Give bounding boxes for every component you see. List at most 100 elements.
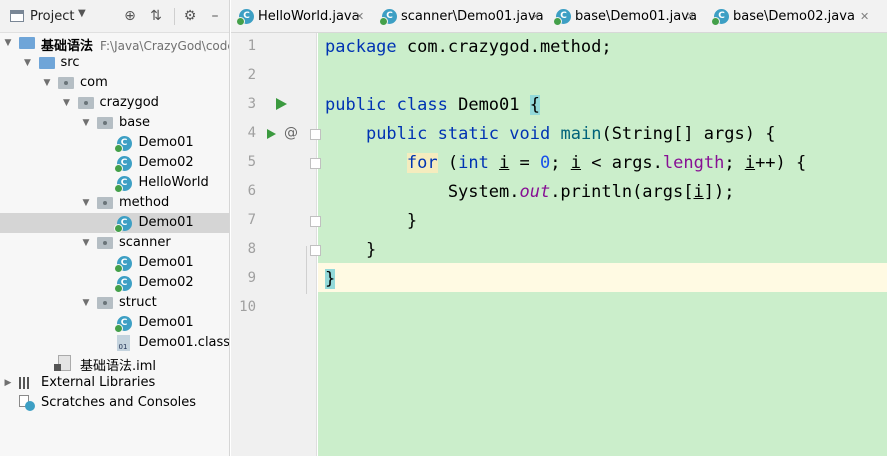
- collapsed-arrow-icon[interactable]: ▶: [3, 376, 13, 390]
- tree-node[interactable]: ▼ src: [0, 53, 229, 73]
- tree-node[interactable]: ▼ base: [0, 113, 229, 133]
- target-icon[interactable]: ⊕: [121, 7, 139, 25]
- run-main-icon[interactable]: [267, 129, 276, 139]
- tree-node-name: Demo01: [138, 135, 194, 150]
- code-line: }: [325, 269, 336, 289]
- tree-node[interactable]: 基础语法.iml: [0, 353, 229, 374]
- gear-icon[interactable]: ⚙: [181, 7, 199, 25]
- tree-node[interactable]: Scratches and Consoles: [0, 393, 229, 413]
- expand-arrow-icon[interactable]: ▼: [23, 56, 33, 70]
- minimize-icon[interactable]: –: [206, 7, 224, 25]
- libraries-icon: [19, 377, 34, 389]
- source-folder-icon: [38, 57, 55, 69]
- tree-node-label: Scratches and Consoles: [41, 395, 196, 410]
- tree-node-name: scanner: [119, 235, 171, 250]
- chevron-down-icon[interactable]: ▼: [78, 8, 86, 19]
- java-class-icon: C: [553, 9, 571, 26]
- tree-node-name: Demo02: [138, 155, 194, 170]
- line-number: 1: [247, 38, 256, 54]
- package-icon: [97, 197, 113, 209]
- project-icon: [10, 10, 24, 22]
- tree-node-name: 基础语法: [41, 39, 94, 54]
- line-number: 9: [247, 270, 256, 286]
- package-icon: [97, 237, 113, 249]
- tree-node-name: struct: [119, 295, 157, 310]
- scratches-icon: [19, 395, 35, 411]
- tree-node-label: 基础语法 F:\Java\CrazyGod\code: [41, 35, 229, 54]
- package-icon: [97, 117, 113, 129]
- tree-node[interactable]: ▼ com: [0, 73, 229, 93]
- tree-node-name: com: [80, 75, 108, 90]
- fold-guide: [306, 246, 307, 294]
- tree-node-label: scanner: [119, 235, 171, 250]
- line-number: 3: [247, 96, 256, 112]
- line-number: 5: [247, 154, 256, 170]
- expand-arrow-icon[interactable]: ▼: [81, 196, 91, 210]
- tree-node-name: Demo01.class: [138, 335, 230, 350]
- tree-node[interactable]: 01 Demo01.class: [0, 333, 229, 353]
- iml-file-icon: [54, 355, 71, 371]
- tree-node-name: Demo01: [138, 215, 194, 230]
- expand-arrow-icon[interactable]: ▼: [3, 36, 13, 50]
- class-file-icon: 01: [116, 335, 130, 351]
- line-number: 10: [239, 299, 256, 315]
- tree-node-name: 基础语法.iml: [80, 359, 157, 374]
- fold-marker-icon[interactable]: [310, 245, 321, 256]
- tree-node[interactable]: C Demo01: [0, 253, 229, 273]
- expand-arrow-icon[interactable]: ▼: [81, 116, 91, 130]
- tree-node-label: Demo02: [139, 275, 194, 290]
- java-class-icon: C: [113, 316, 132, 333]
- implements-icon[interactable]: @: [284, 125, 298, 141]
- tree-node-label: struct: [119, 295, 157, 310]
- expand-arrow-icon[interactable]: ▼: [42, 76, 52, 90]
- run-class-icon[interactable]: [276, 98, 287, 110]
- tree-node[interactable]: ▼ crazygod: [0, 93, 229, 113]
- tree-node[interactable]: C Demo01: [0, 133, 229, 153]
- fold-marker-icon[interactable]: [310, 216, 321, 227]
- line-number: 8: [247, 241, 256, 257]
- java-class-icon: C: [113, 136, 132, 153]
- tree-node-name: base: [119, 115, 150, 130]
- tree-node-label: Demo01: [139, 135, 194, 150]
- tree-node-label: crazygod: [100, 95, 159, 110]
- tree-node[interactable]: C Demo02: [0, 153, 229, 173]
- tab-label: base\Demo02.java: [733, 9, 855, 24]
- tree-node[interactable]: C Demo01: [0, 313, 229, 333]
- tree-node-label: 基础语法.iml: [80, 355, 156, 374]
- tree-node[interactable]: ▶ External Libraries: [0, 373, 229, 393]
- line-number: 2: [247, 67, 256, 83]
- expand-arrow-icon[interactable]: ▼: [81, 296, 91, 310]
- tree-node-label: External Libraries: [41, 375, 155, 390]
- project-view-selector[interactable]: Project: [30, 9, 74, 24]
- tree-node[interactable]: ▼ 基础语法 F:\Java\CrazyGod\code: [0, 33, 229, 54]
- tree-node[interactable]: ▼ scanner: [0, 233, 229, 253]
- close-icon[interactable]: ✕: [860, 10, 869, 23]
- tree-node-name: method: [119, 195, 170, 210]
- tree-node-name: HelloWorld: [138, 175, 209, 190]
- tree-node[interactable]: C Demo01: [0, 213, 229, 233]
- close-icon[interactable]: ✕: [531, 10, 540, 23]
- tree-node[interactable]: ▼ method: [0, 193, 229, 213]
- close-icon[interactable]: ✕: [686, 10, 695, 23]
- tree-node-name: Demo01: [138, 315, 194, 330]
- fold-marker-icon[interactable]: [310, 158, 321, 169]
- tree-node-label: Demo01: [139, 215, 194, 230]
- close-icon[interactable]: ✕: [355, 10, 364, 23]
- code-line: }: [325, 240, 377, 260]
- tree-node-name: Scratches and Consoles: [41, 395, 197, 410]
- tree-node-label: Demo01.class: [138, 335, 230, 350]
- collapse-icon[interactable]: ⇅: [147, 7, 165, 25]
- tree-node[interactable]: C HelloWorld: [0, 173, 229, 193]
- project-panel: Project ▼ ⊕ ⇅ ⚙ – ▼ 基础语法 F:\Java\CrazyGod\…: [0, 0, 230, 456]
- fold-marker-icon[interactable]: [310, 129, 321, 140]
- expand-arrow-icon[interactable]: ▼: [81, 236, 91, 250]
- code-line: }: [325, 211, 418, 231]
- tree-node-name: External Libraries: [41, 375, 156, 390]
- expand-arrow-icon[interactable]: ▼: [62, 96, 72, 110]
- code-line: System.out.println(args[i]);: [325, 182, 735, 202]
- tree-node[interactable]: ▼ struct: [0, 293, 229, 313]
- java-class-icon: C: [711, 9, 729, 26]
- code-editor[interactable]: package com.crazygod.method; public class…: [318, 33, 887, 456]
- tree-node[interactable]: C Demo02: [0, 273, 229, 293]
- tab-label: base\Demo01.java: [575, 9, 697, 24]
